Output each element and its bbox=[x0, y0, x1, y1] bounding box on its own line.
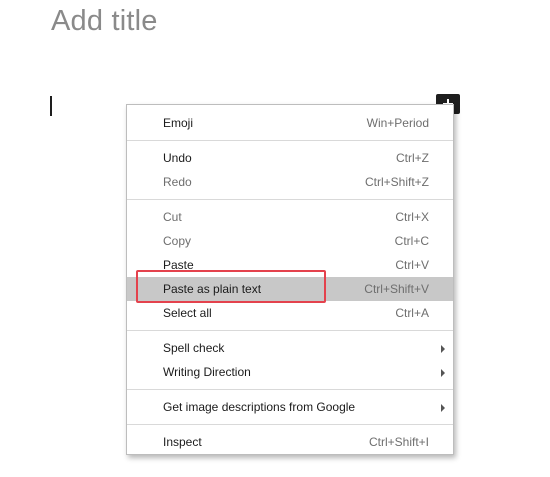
menu-item-shortcut: Ctrl+Z bbox=[396, 151, 429, 165]
menu-separator bbox=[127, 140, 453, 141]
menu-separator bbox=[127, 424, 453, 425]
menu-item-label: Cut bbox=[163, 210, 182, 224]
menu-item-label: Copy bbox=[163, 234, 192, 248]
menu-separator bbox=[127, 199, 453, 200]
menu-item-shortcut: Ctrl+Shift+Z bbox=[364, 175, 429, 189]
menu-item-label: Writing Direction bbox=[163, 365, 251, 379]
menu-item-label: Redo bbox=[163, 175, 192, 189]
menu-item-shortcut: Ctrl+Shift+I bbox=[368, 435, 429, 449]
menu-item-label: Select all bbox=[163, 306, 212, 320]
menu-item-paste-as-plain-text[interactable]: Paste as plain text Ctrl+Shift+V bbox=[127, 277, 453, 301]
menu-item-shortcut: Ctrl+V bbox=[395, 258, 429, 272]
menu-item-label: Undo bbox=[163, 151, 192, 165]
menu-item-shortcut: Ctrl+C bbox=[394, 234, 429, 248]
menu-separator bbox=[127, 389, 453, 390]
context-menu: Emoji Win+Period Undo Ctrl+Z Redo Ctrl+Shift+… bbox=[126, 104, 454, 455]
menu-item-label: Get image descriptions from Google bbox=[163, 400, 356, 414]
menu-item-spell-check[interactable]: Spell check bbox=[127, 336, 453, 360]
menu-item-label: Inspect bbox=[163, 435, 202, 449]
menu-item-shortcut: Win+Period bbox=[366, 116, 429, 130]
menu-item-redo[interactable]: Redo Ctrl+Shift+Z bbox=[127, 170, 453, 194]
menu-item-cut[interactable]: Cut Ctrl+X bbox=[127, 205, 453, 229]
menu-item-undo[interactable]: Undo Ctrl+Z bbox=[127, 146, 453, 170]
menu-item-shortcut: Ctrl+X bbox=[395, 210, 429, 224]
menu-separator bbox=[127, 330, 453, 331]
menu-item-label: Paste bbox=[163, 258, 194, 272]
menu-item-inspect[interactable]: Inspect Ctrl+Shift+I bbox=[127, 430, 453, 454]
text-cursor bbox=[50, 96, 52, 116]
menu-item-label: Emoji bbox=[163, 116, 194, 130]
menu-item-shortcut: Ctrl+A bbox=[395, 306, 429, 320]
menu-item-label: Spell check bbox=[163, 341, 225, 355]
menu-item-shortcut: Ctrl+Shift+V bbox=[364, 282, 429, 296]
submenu-arrow-icon bbox=[441, 404, 445, 412]
menu-item-emoji[interactable]: Emoji Win+Period bbox=[127, 111, 453, 135]
submenu-arrow-icon bbox=[441, 345, 445, 353]
menu-item-get-image-descriptions-from-google[interactable]: Get image descriptions from Google bbox=[127, 395, 453, 419]
menu-item-paste[interactable]: Paste Ctrl+V bbox=[127, 253, 453, 277]
menu-item-copy[interactable]: Copy Ctrl+C bbox=[127, 229, 453, 253]
post-title-input[interactable]: Add title bbox=[51, 3, 158, 39]
menu-item-label: Paste as plain text bbox=[163, 282, 262, 296]
submenu-arrow-icon bbox=[441, 369, 445, 377]
menu-item-writing-direction[interactable]: Writing Direction bbox=[127, 360, 453, 384]
menu-item-select-all[interactable]: Select all Ctrl+A bbox=[127, 301, 453, 325]
